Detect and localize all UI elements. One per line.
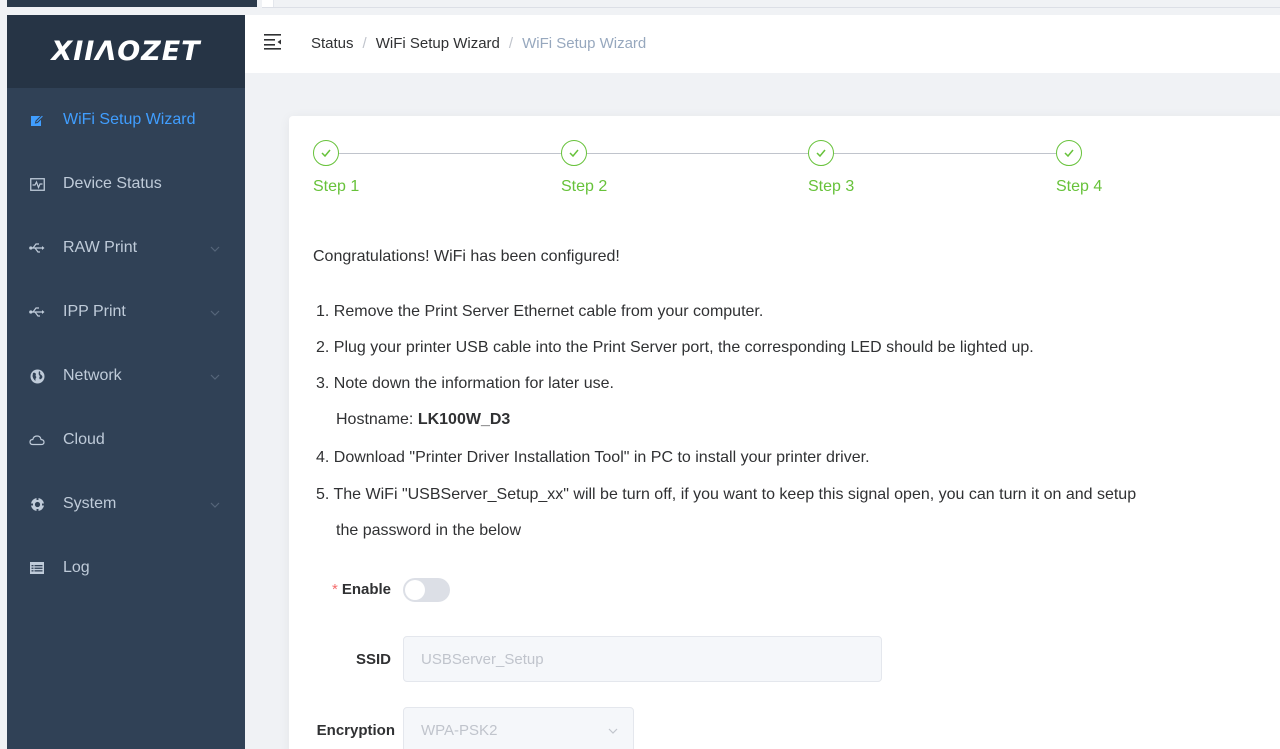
required-mark: * (331, 581, 338, 598)
instruction-5-continued: the password in the below (336, 522, 521, 539)
ssid-input[interactable]: USBServer_Setup (403, 636, 882, 682)
encryption-select[interactable]: WPA-PSK2 (403, 707, 634, 749)
logo[interactable]: XIIΛOZET (7, 15, 245, 88)
step-1: Step 1 (313, 140, 359, 195)
enable-label-text: Enable (341, 581, 391, 598)
ssid-value: USBServer_Setup (421, 650, 544, 668)
ssid-label: SSID (355, 651, 391, 668)
enable-label: * Enable (319, 581, 391, 598)
sidebar-item-ipp-print[interactable]: IPP Print (7, 280, 245, 344)
globe-icon (29, 368, 45, 384)
breadcrumb-item-status[interactable]: Status (311, 35, 354, 52)
chevron-down-icon (209, 498, 221, 510)
sidebar-item-label: IPP Print (63, 303, 126, 320)
gear-icon (29, 496, 45, 512)
top-header: Status / WiFi Setup Wizard / WiFi Setup … (245, 15, 1280, 73)
top-strip-tab[interactable] (262, 0, 274, 7)
top-strip-divider (262, 7, 1280, 8)
monitor-icon (29, 176, 45, 192)
sidebar-item-label: Log (63, 559, 90, 576)
step-label: Step 1 (313, 178, 360, 195)
check-icon (561, 140, 587, 166)
list-icon (29, 560, 45, 576)
logo-text: XIIΛOZET (51, 36, 201, 67)
sidebar-item-label: WiFi Setup Wizard (63, 111, 196, 128)
breadcrumb: Status / WiFi Setup Wizard / WiFi Setup … (311, 35, 646, 52)
usb-icon (29, 304, 45, 320)
step-2: Step 2 (561, 140, 607, 195)
hostname-value: LK100W_D3 (417, 411, 511, 428)
step-label: Step 3 (808, 178, 855, 195)
sidebar-item-system[interactable]: System (7, 472, 245, 536)
usb-icon (29, 240, 45, 256)
sidebar-item-label: Network (63, 367, 122, 384)
instruction-2: 2. Plug your printer USB cable into the … (316, 339, 1034, 356)
step-3: Step 3 (808, 140, 854, 195)
sidebar-item-network[interactable]: Network (7, 344, 245, 408)
edit-icon (29, 112, 45, 128)
steps-progress: Step 1 Step 2 Step 3 Step 4 (313, 140, 1280, 200)
sidebar: XIIΛOZET WiFi Setup Wizard Device Status… (7, 15, 245, 749)
encryption-label: Encryption (316, 722, 395, 739)
chevron-down-icon (209, 306, 221, 318)
sidebar-item-wifi-setup-wizard[interactable]: WiFi Setup Wizard (7, 88, 245, 152)
encryption-value: WPA-PSK2 (421, 721, 498, 739)
sidebar-item-raw-print[interactable]: RAW Print (7, 216, 245, 280)
breadcrumb-item-current: WiFi Setup Wizard (522, 35, 647, 52)
instruction-3: 3. Note down the information for later u… (316, 375, 614, 392)
enable-toggle[interactable] (403, 578, 450, 602)
breadcrumb-separator: / (508, 35, 514, 52)
hostname-line: Hostname: LK100W_D3 (336, 410, 510, 430)
sidebar-item-label: Cloud (63, 431, 105, 448)
instruction-5: 5. The WiFi "USBServer_Setup_xx" will be… (316, 486, 1137, 503)
check-icon (313, 140, 339, 166)
sidebar-item-label: Device Status (63, 175, 162, 192)
check-icon (808, 140, 834, 166)
breadcrumb-item-wifi-setup-wizard[interactable]: WiFi Setup Wizard (376, 35, 500, 52)
instruction-1: 1. Remove the Print Server Ethernet cabl… (316, 303, 764, 320)
wizard-card: Step 1 Step 2 Step 3 Step 4 Congratulati… (289, 116, 1280, 749)
sidebar-item-label: System (63, 495, 117, 512)
toggle-knob (405, 580, 425, 600)
step-connector (339, 153, 561, 154)
breadcrumb-separator: / (362, 35, 367, 52)
step-4: Step 4 (1056, 140, 1102, 195)
chevron-down-icon (209, 370, 221, 382)
step-label: Step 4 (1056, 178, 1103, 195)
hamburger-icon[interactable] (263, 31, 283, 51)
sidebar-item-label: RAW Print (63, 239, 138, 256)
chevron-down-icon (607, 724, 619, 736)
step-connector (587, 153, 808, 154)
sidebar-item-log[interactable]: Log (7, 536, 245, 600)
chevron-down-icon (209, 242, 221, 254)
step-connector (834, 153, 1056, 154)
sidebar-item-device-status[interactable]: Device Status (7, 152, 245, 216)
step-label: Step 2 (561, 178, 608, 195)
sidebar-item-cloud[interactable]: Cloud (7, 408, 245, 472)
sidebar-menu: WiFi Setup Wizard Device Status RAW Prin… (7, 88, 245, 600)
hostname-label: Hostname: (336, 411, 418, 428)
top-tabs-strip (0, 0, 1280, 12)
top-strip-dark (7, 0, 257, 7)
congratulations-message: Congratulations! WiFi has been configure… (313, 248, 620, 265)
instruction-4: 4. Download "Printer Driver Installation… (316, 449, 870, 466)
check-icon (1056, 140, 1082, 166)
cloud-icon (29, 432, 45, 448)
